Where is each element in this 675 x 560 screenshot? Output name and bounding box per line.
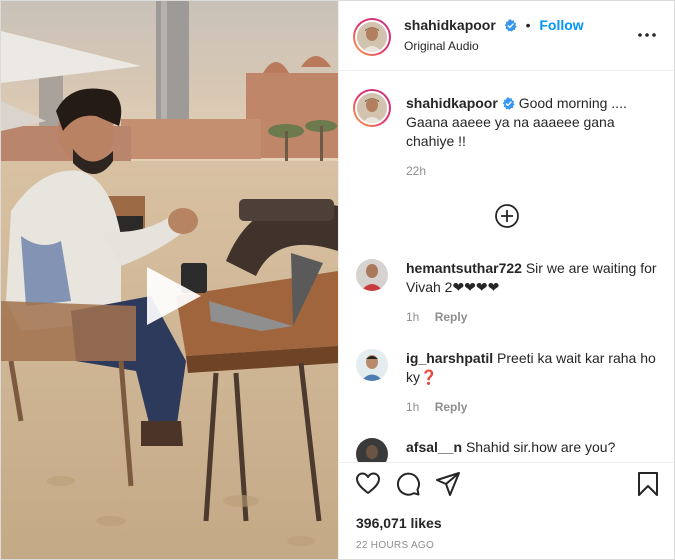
- commenter-avatar[interactable]: [356, 259, 388, 291]
- caption-avatar[interactable]: [353, 89, 391, 127]
- comment-meta: 1h Reply: [406, 310, 467, 324]
- reply-button[interactable]: Reply: [435, 310, 468, 324]
- author-avatar-image: [355, 20, 389, 54]
- comment-body: afsal__n Shahid sir.how are you?: [406, 438, 661, 457]
- comment-time[interactable]: 1h: [406, 310, 419, 324]
- author-username[interactable]: shahidkapoor: [404, 17, 496, 33]
- commenter-avatar[interactable]: [356, 349, 388, 381]
- author-line: shahidkapoor • Follow: [404, 17, 584, 33]
- comment-username[interactable]: ig_harshpatil: [406, 350, 493, 366]
- follow-button[interactable]: Follow: [539, 17, 583, 33]
- caption-time[interactable]: 22h: [406, 164, 426, 178]
- post-header: shahidkapoor • Follow Original Audio: [339, 1, 674, 71]
- comment-time[interactable]: 1h: [406, 400, 419, 414]
- author-avatar[interactable]: [353, 18, 391, 56]
- add-comment-icon[interactable]: [494, 203, 520, 229]
- post-actions: 396,071 likes 22 HOURS AGO: [339, 462, 674, 559]
- comment-body: hemantsuthar722 Sir we are waiting for V…: [406, 259, 661, 297]
- heart-icon[interactable]: [355, 471, 381, 497]
- comment-icon[interactable]: [395, 471, 421, 497]
- post-video[interactable]: [1, 1, 338, 559]
- comment-item: afsal__n Shahid sir.how are you?: [339, 438, 674, 462]
- post-timestamp[interactable]: 22 HOURS AGO: [356, 540, 434, 551]
- comment-item: hemantsuthar722 Sir we are waiting for V…: [339, 259, 674, 329]
- share-icon[interactable]: [435, 471, 461, 497]
- post-side-panel: shahidkapoor • Follow Original Audio sha…: [338, 1, 674, 559]
- comment-username[interactable]: hemantsuthar722: [406, 260, 522, 276]
- post-dialog: shahidkapoor • Follow Original Audio sha…: [0, 0, 675, 560]
- reply-button[interactable]: Reply: [435, 400, 468, 414]
- audio-label[interactable]: Original Audio: [404, 39, 479, 53]
- comment-body: ig_harshpatil Preeti ka wait kar raha ho…: [406, 349, 661, 387]
- comment-item: ig_harshpatil Preeti ka wait kar raha ho…: [339, 349, 674, 419]
- play-icon[interactable]: [139, 263, 205, 329]
- likes-count[interactable]: 396,071 likes: [356, 515, 442, 531]
- verified-badge-icon: [504, 19, 517, 32]
- caption-avatar-image: [355, 91, 389, 125]
- more-options-icon[interactable]: [637, 27, 657, 43]
- verified-badge-icon: [502, 97, 515, 110]
- post-caption: shahidkapoor Good morning .... Gaana aae…: [406, 94, 666, 151]
- comment-text: Shahid sir.how are you?: [465, 439, 616, 455]
- bookmark-icon[interactable]: [635, 471, 661, 497]
- commenter-avatar[interactable]: [356, 438, 388, 462]
- comment-meta: 1h Reply: [406, 400, 467, 414]
- comments-area[interactable]: shahidkapoor Good morning .... Gaana aae…: [339, 72, 674, 462]
- separator-dot: •: [525, 17, 531, 33]
- comment-username[interactable]: afsal__n: [406, 439, 462, 455]
- caption-username[interactable]: shahidkapoor: [406, 95, 498, 111]
